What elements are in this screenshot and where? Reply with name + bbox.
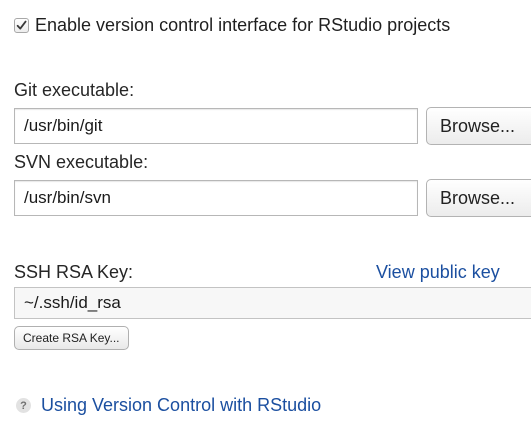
view-public-key-link[interactable]: View public key xyxy=(376,262,500,283)
git-browse-button[interactable]: Browse... xyxy=(426,107,531,145)
checkbox-box[interactable] xyxy=(14,17,29,33)
using-version-control-link[interactable]: Using Version Control with RStudio xyxy=(41,395,321,416)
question-icon: ? xyxy=(16,398,31,413)
checkmark-icon xyxy=(16,20,27,29)
git-executable-input[interactable] xyxy=(14,108,418,144)
svn-browse-button[interactable]: Browse... xyxy=(426,179,531,217)
ssh-key-path-field: ~/.ssh/id_rsa xyxy=(14,287,531,319)
svn-executable-label: SVN executable: xyxy=(14,152,149,172)
git-executable-label: Git executable: xyxy=(14,80,135,100)
enable-version-control-checkbox[interactable]: Enable version control interface for RSt… xyxy=(14,12,450,38)
help-row[interactable]: ? Using Version Control with RStudio xyxy=(16,395,321,416)
svn-executable-input[interactable] xyxy=(14,180,418,216)
create-rsa-key-button[interactable]: Create RSA Key... xyxy=(14,326,129,350)
ssh-rsa-key-label: SSH RSA Key: xyxy=(14,262,134,282)
enable-version-control-label: Enable version control interface for RSt… xyxy=(35,14,451,35)
